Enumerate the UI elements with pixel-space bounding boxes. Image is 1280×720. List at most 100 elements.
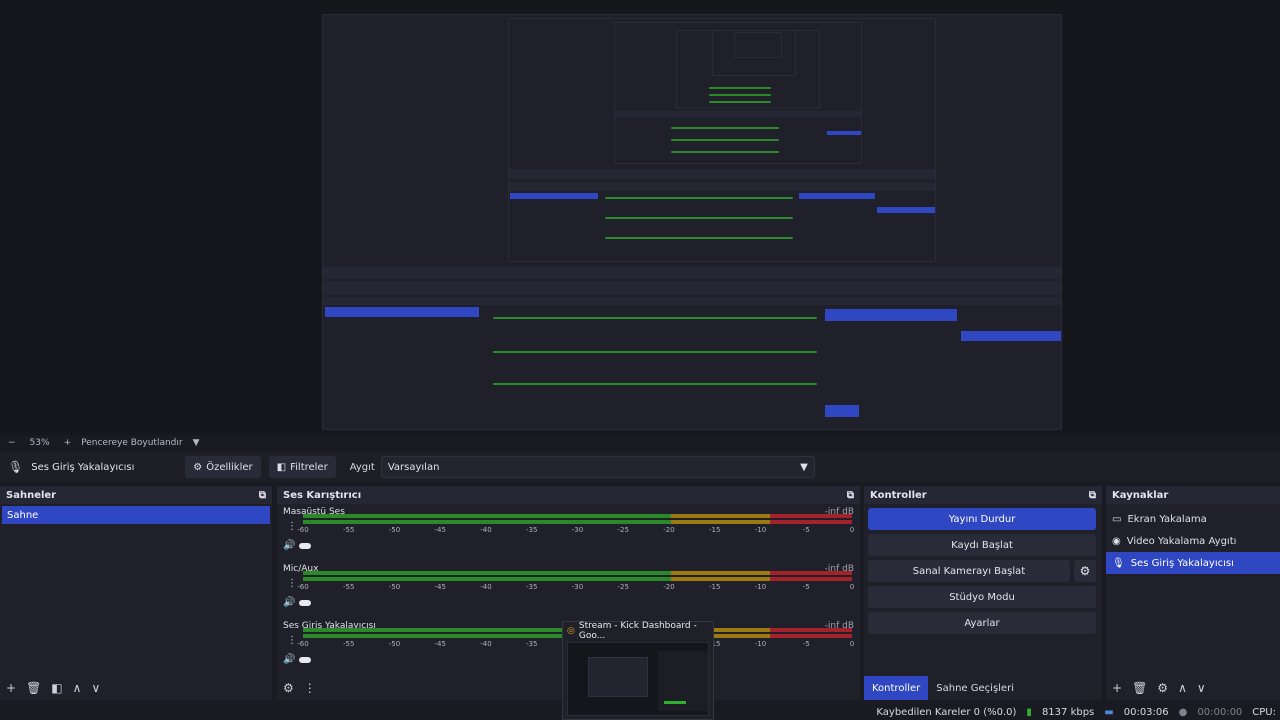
channel-menu-icon[interactable]: ⋮ <box>287 578 297 589</box>
tick-label: -30 <box>571 526 584 534</box>
tick-label: -5 <box>802 583 810 591</box>
speaker-icon: 🔊 <box>283 540 296 551</box>
volume-knob[interactable] <box>299 599 312 606</box>
fit-window-label[interactable]: Pencereye Boyutlandır <box>81 438 182 448</box>
device-value: Varsayılan <box>387 461 440 473</box>
volume-knob[interactable] <box>299 656 312 663</box>
cpu-usage: CPU: <box>1252 706 1276 718</box>
filter-icon[interactable]: ◧ <box>51 681 62 695</box>
volume-knob[interactable] <box>299 542 312 549</box>
dropped-frames: Kaybedilen Kareler 0 (%0.0) <box>876 706 1017 718</box>
add-icon[interactable]: + <box>1112 681 1122 695</box>
start-virtual-cam-button[interactable]: Sanal Kamerayı Başlat <box>868 560 1070 582</box>
tick-label: 0 <box>849 640 855 648</box>
preview-canvas[interactable] <box>0 0 1280 435</box>
virtual-cam-settings-icon[interactable]: ⚙ <box>1074 560 1096 582</box>
taskbar-thumbnail[interactable]: ◎ Stream - Kick Dashboard - Goo... <box>562 621 714 720</box>
add-icon[interactable]: + <box>6 681 16 695</box>
properties-button[interactable]: ⚙ Özellikler <box>185 456 261 478</box>
filter-icon: ◧ <box>276 461 287 473</box>
record-icon: ● <box>1178 706 1188 718</box>
scenes-dock: Sahneler ⧉ Sahne + 🗑 ◧ ∧ ∨ <box>0 486 272 700</box>
move-up-icon[interactable]: ∧ <box>73 681 82 695</box>
active-source-name: Ses Giriş Yakalayıcısı <box>31 461 135 473</box>
sources-title: Kaynaklar <box>1112 489 1169 501</box>
tick-label: 0 <box>849 583 855 591</box>
thumbnail-title: Stream - Kick Dashboard - Goo... <box>578 621 697 641</box>
obs-window: − 53% + Pencereye Boyutlandır ▼ 🎙 Ses Gi… <box>0 0 1280 720</box>
scenes-dock-header: Sahneler ⧉ <box>0 486 272 504</box>
tab-scene-transitions[interactable]: Sahne Geçişleri <box>928 676 1022 700</box>
more-options-icon[interactable]: ⋮ <box>304 681 316 695</box>
monitor-icon: ▭ <box>1112 513 1122 525</box>
advanced-audio-icon[interactable]: ⚙ <box>283 681 294 695</box>
tick-label: -30 <box>571 583 584 591</box>
tick-label: -55 <box>343 640 355 648</box>
channel-menu-icon[interactable]: ⋮ <box>287 635 297 646</box>
channel-mute[interactable]: 🔊 <box>283 654 312 665</box>
tick-label: -45 <box>434 526 446 534</box>
tick-label: -35 <box>526 583 538 591</box>
source-item-audio-input[interactable]: 🎙 Ses Giriş Yakalayıcısı <box>1106 552 1280 574</box>
controls-dock-header: Kontroller ⧉ <box>864 486 1102 504</box>
tick-label: -10 <box>754 583 767 591</box>
tick-label: -5 <box>802 640 810 648</box>
stop-stream-button[interactable]: Yayını Durdur <box>868 508 1096 530</box>
undock-icon[interactable]: ⧉ <box>847 490 854 501</box>
scene-item[interactable]: Sahne <box>2 506 270 524</box>
channel-mute[interactable]: 🔊 <box>283 597 312 608</box>
studio-mode-button[interactable]: Stüdyo Modu <box>868 586 1096 608</box>
controls-tabs: Kontroller Sahne Geçişleri <box>864 676 1022 700</box>
tick-label: -60 <box>297 583 309 591</box>
trash-icon[interactable]: 🗑 <box>1132 681 1147 695</box>
zoom-in-button[interactable]: + <box>64 438 72 448</box>
move-up-icon[interactable]: ∧ <box>1178 681 1187 695</box>
bitrate: 8137 kbps <box>1041 706 1095 718</box>
gear-icon[interactable]: ⚙ <box>1157 681 1168 695</box>
filters-label: Filtreler <box>290 461 328 473</box>
zoom-bar: − 53% + Pencereye Boyutlandır ▼ <box>0 435 1280 451</box>
start-recording-button[interactable]: Kaydı Başlat <box>868 534 1096 556</box>
settings-button[interactable]: Ayarlar <box>868 612 1096 634</box>
source-item-video-capture[interactable]: ◉ Video Yakalama Aygıtı <box>1106 530 1280 552</box>
zoom-out-button[interactable]: − <box>8 438 16 448</box>
signal-icon: ▮ <box>1026 706 1032 718</box>
thumbnail-title-bar: ◎ Stream - Kick Dashboard - Goo... <box>563 621 713 641</box>
record-time: 00:00:00 <box>1197 706 1243 718</box>
scenes-title: Sahneler <box>6 489 57 501</box>
controls-title: Kontroller <box>870 489 927 501</box>
chevron-down-icon: ▼ <box>800 461 808 473</box>
tick-label: -40 <box>480 526 492 534</box>
speaker-icon: 🔊 <box>283 597 296 608</box>
tick-label: 0 <box>849 526 855 534</box>
properties-label: Özellikler <box>206 461 253 473</box>
channel-mute[interactable]: 🔊 <box>283 540 312 551</box>
tick-label: -50 <box>388 583 401 591</box>
move-down-icon[interactable]: ∨ <box>1197 681 1206 695</box>
device-select[interactable]: Varsayılan ▼ <box>380 456 815 478</box>
undock-icon[interactable]: ⧉ <box>259 490 266 501</box>
undock-icon[interactable]: ⧉ <box>1089 490 1096 501</box>
channel-menu-icon[interactable]: ⋮ <box>287 521 297 532</box>
mixer-dock-header: Ses Karıştırıcı ⧉ <box>277 486 860 504</box>
channel-meter <box>303 571 852 575</box>
zoom-dropdown-icon[interactable]: ▼ <box>193 438 200 448</box>
source-label: Ses Giriş Yakalayıcısı <box>1130 557 1234 569</box>
chrome-icon: ◎ <box>567 626 575 636</box>
virtual-cam-row: Sanal Kamerayı Başlat ⚙ <box>868 560 1096 582</box>
sources-footer: + 🗑 ⚙ ∧ ∨ <box>1106 676 1280 700</box>
tick-label: -60 <box>297 640 309 648</box>
channel-volume-slider[interactable] <box>303 577 852 581</box>
channel-meter <box>303 514 852 518</box>
tick-label: -15 <box>709 583 721 591</box>
tick-label: -15 <box>709 526 721 534</box>
preview-nested-level-6 <box>734 32 782 58</box>
trash-icon[interactable]: 🗑 <box>26 681 41 695</box>
mixer-channel: Mic/Aux -inf dB ⋮ -60 -55 -50 -45 -40 -35 -30 -25-… <box>281 561 856 618</box>
source-item-screen-capture[interactable]: ▭ Ekran Yakalama <box>1106 508 1280 530</box>
move-down-icon[interactable]: ∨ <box>91 681 100 695</box>
filters-button[interactable]: ◧ Filtreler <box>268 456 336 478</box>
mixer-channel: Masaüstü Ses -inf dB ⋮ -60 -55 -50 -45 -40 -35 -3… <box>281 504 856 561</box>
channel-volume-slider[interactable] <box>303 520 852 524</box>
tab-controls[interactable]: Kontroller <box>864 676 929 700</box>
